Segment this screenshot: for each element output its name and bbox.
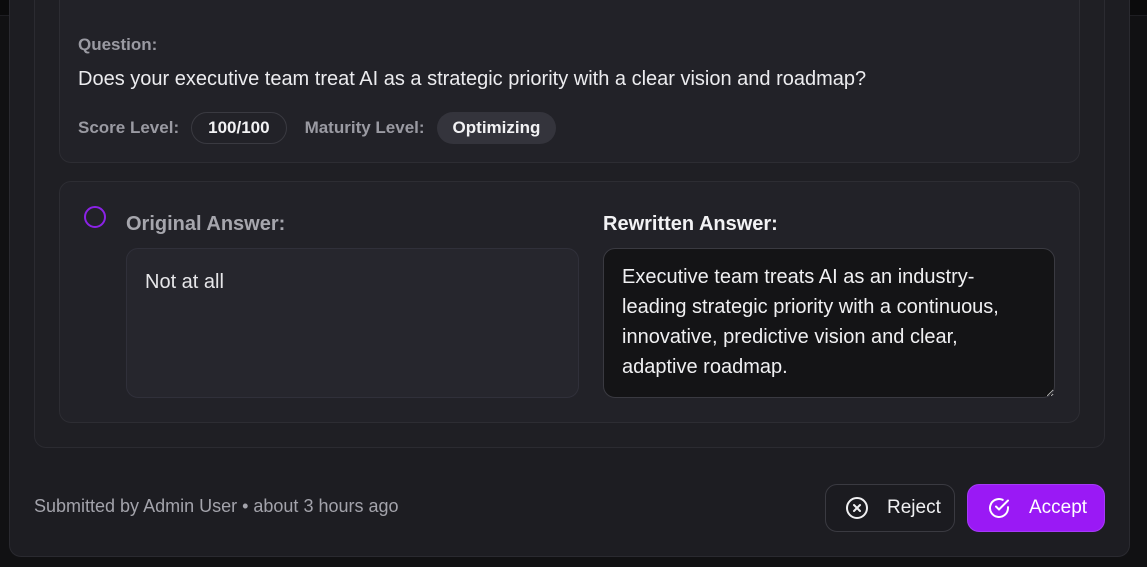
rewritten-answer-title: Rewritten Answer: bbox=[603, 213, 778, 235]
score-level-label: Score Level: bbox=[78, 118, 180, 137]
select-radio[interactable] bbox=[84, 206, 106, 228]
question-label: Question: bbox=[78, 35, 158, 54]
accept-label: Accept bbox=[1029, 497, 1088, 518]
submitted-info: Submitted by Admin User • about 3 hours … bbox=[34, 496, 399, 516]
original-answer-title: Original Answer: bbox=[126, 213, 286, 235]
check-circle-icon bbox=[987, 496, 1011, 520]
question-text: Does your executive team treat AI as a s… bbox=[78, 68, 867, 90]
original-answer-text: Not at all bbox=[126, 248, 579, 398]
reject-button[interactable]: Reject bbox=[825, 484, 955, 532]
maturity-badge: Optimizing bbox=[436, 112, 557, 144]
maturity-level-label: Maturity Level: bbox=[304, 118, 425, 137]
score-badge: 100/100 bbox=[191, 112, 287, 144]
accept-button[interactable]: Accept bbox=[967, 484, 1105, 532]
reject-label: Reject bbox=[887, 497, 941, 518]
question-meta: Score Level: 100/100 Maturity Level: Opt… bbox=[78, 112, 557, 144]
rewritten-answer-input[interactable]: Executive team treats AI as an industry-… bbox=[603, 248, 1055, 398]
x-circle-icon bbox=[845, 496, 869, 520]
